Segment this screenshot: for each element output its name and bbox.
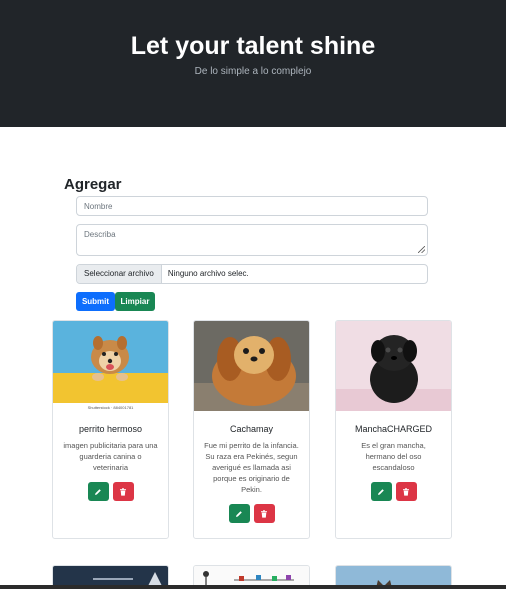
page-title: Let your talent shine	[130, 32, 376, 60]
post-card: Cachamay Fue mi perrito de la infancia. …	[193, 320, 310, 539]
pencil-icon	[378, 488, 384, 495]
name-input[interactable]: Nombre	[76, 196, 428, 216]
choose-file-button[interactable]: Seleccionar archivo	[77, 265, 162, 283]
card-image: Shutterstock · 884001781	[53, 321, 168, 411]
post-card: Shutterstock · 884001781 perrito hermoso…	[52, 320, 169, 539]
description-placeholder: Describa	[84, 230, 116, 239]
file-status: Ninguno archivo selec.	[167, 269, 249, 278]
description-textarea[interactable]: Describa	[76, 224, 428, 256]
pencil-icon	[236, 510, 242, 517]
window-bottom-edge	[0, 585, 506, 589]
submit-button[interactable]: Submit	[76, 292, 115, 311]
delete-button[interactable]	[112, 482, 134, 501]
card-image	[194, 321, 309, 411]
pekingese-photo	[194, 321, 309, 411]
card-title: perrito hermoso	[78, 424, 143, 434]
card-title: ManchaCHARGED	[354, 424, 433, 434]
card-actions	[53, 482, 168, 501]
delete-button[interactable]	[395, 482, 417, 501]
card-title: Cachamay	[229, 424, 274, 434]
trash-icon	[120, 487, 126, 496]
hero-header: Let your talent shine De lo simple a lo …	[0, 0, 506, 127]
pomeranian-photo	[53, 321, 168, 411]
delete-button[interactable]	[253, 504, 275, 523]
trash-icon	[261, 509, 267, 518]
trash-icon	[403, 487, 409, 496]
edit-button[interactable]	[228, 504, 250, 523]
black-puppy-photo	[336, 321, 451, 411]
card-actions	[194, 504, 309, 523]
page-subtitle: De lo simple a lo complejo	[194, 66, 312, 77]
resize-grip-icon[interactable]	[418, 246, 425, 253]
card-actions	[336, 482, 451, 501]
card-description: Es el gran mancha, hermano del oso escan…	[361, 441, 426, 472]
edit-button[interactable]	[87, 482, 109, 501]
edit-button[interactable]	[370, 482, 392, 501]
card-description: imagen publicitaria para una guarderia c…	[63, 441, 158, 472]
card-description: Fue mi perrito de la infancia. Su raza e…	[204, 441, 299, 494]
file-input[interactable]: Seleccionar archivo Ninguno archivo sele…	[76, 264, 428, 284]
form-heading: Agregar	[64, 176, 122, 193]
image-credit: Shutterstock · 884001781	[87, 405, 134, 410]
post-card: ManchaCHARGED Es el gran mancha, hermano…	[335, 320, 452, 539]
clear-button[interactable]: Limpiar	[115, 292, 155, 311]
card-image	[336, 321, 451, 411]
pencil-icon	[95, 488, 101, 495]
